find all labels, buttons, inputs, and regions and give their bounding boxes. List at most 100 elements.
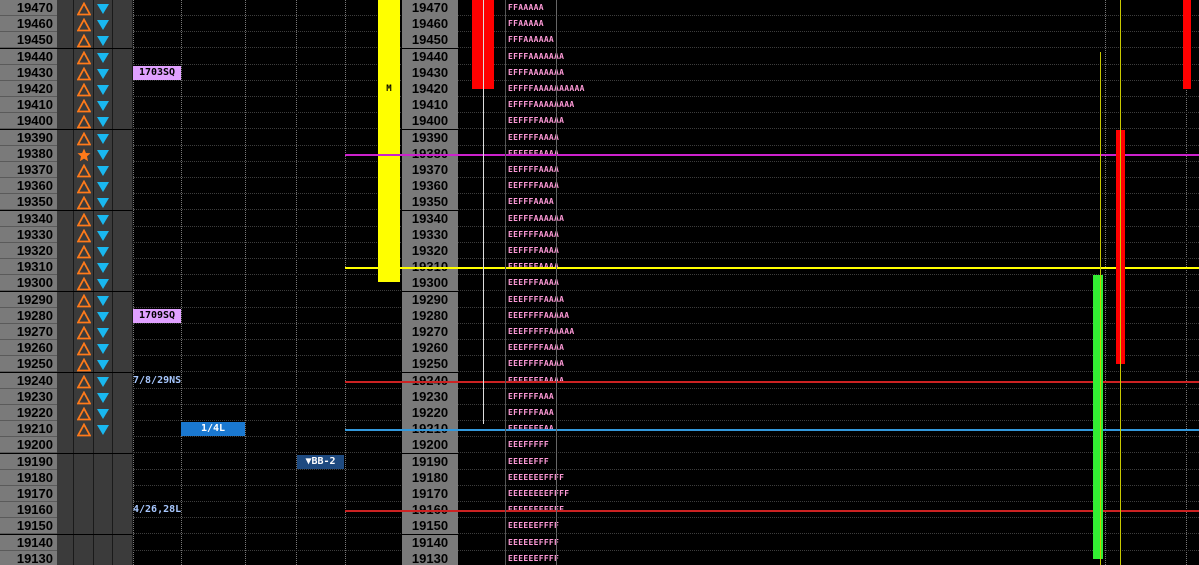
price-label-right[interactable]: 19340 bbox=[402, 210, 458, 227]
triangle-up-icon[interactable] bbox=[76, 406, 92, 421]
triangle-down-icon[interactable] bbox=[96, 17, 110, 31]
price-label[interactable]: 19440 bbox=[0, 48, 57, 65]
price-label[interactable]: 19250 bbox=[0, 356, 57, 373]
ladder-cell[interactable] bbox=[74, 469, 94, 486]
ladder-cell[interactable] bbox=[57, 226, 74, 243]
ladder-cell[interactable] bbox=[57, 32, 74, 49]
ladder-cell[interactable] bbox=[57, 340, 74, 357]
ladder-cell[interactable] bbox=[113, 372, 133, 389]
ladder-cell[interactable] bbox=[94, 518, 113, 535]
triangle-up-icon[interactable] bbox=[76, 357, 92, 372]
price-label-right[interactable]: 19280 bbox=[402, 307, 458, 324]
triangle-down-icon[interactable] bbox=[96, 276, 110, 290]
price-label[interactable]: 19170 bbox=[0, 486, 57, 502]
price-label-right[interactable]: 19320 bbox=[402, 243, 458, 259]
triangle-down-icon[interactable] bbox=[96, 260, 110, 274]
triangle-up-icon[interactable] bbox=[76, 114, 92, 129]
price-label[interactable]: 19210 bbox=[0, 421, 57, 438]
ladder-cell[interactable] bbox=[113, 178, 133, 195]
ladder-cell[interactable] bbox=[94, 486, 113, 502]
triangle-up-icon[interactable] bbox=[76, 82, 92, 97]
ladder-cell[interactable] bbox=[74, 550, 94, 565]
ladder-cell[interactable] bbox=[57, 243, 74, 259]
price-label[interactable]: 19150 bbox=[0, 518, 57, 535]
price-label-right[interactable]: 19450 bbox=[402, 32, 458, 49]
price-label[interactable]: 19420 bbox=[0, 81, 57, 97]
triangle-up-icon[interactable] bbox=[76, 212, 92, 226]
triangle-down-icon[interactable] bbox=[96, 341, 110, 355]
ladder-cell[interactable] bbox=[74, 502, 94, 519]
price-label[interactable]: 19410 bbox=[0, 97, 57, 114]
ladder-cell[interactable] bbox=[57, 550, 74, 565]
price-label[interactable]: 19300 bbox=[0, 275, 57, 292]
ladder-cell[interactable] bbox=[57, 194, 74, 211]
ladder-cell[interactable] bbox=[113, 16, 133, 33]
ladder-cell[interactable] bbox=[113, 502, 133, 519]
level-badge-1-4l[interactable]: 1/4L bbox=[181, 422, 245, 437]
ladder-cell[interactable] bbox=[57, 372, 74, 389]
ladder-cell[interactable] bbox=[57, 275, 74, 292]
price-label[interactable]: 19270 bbox=[0, 324, 57, 340]
ladder-cell[interactable] bbox=[113, 469, 133, 486]
ladder-cell[interactable] bbox=[113, 0, 133, 16]
triangle-up-icon[interactable] bbox=[76, 422, 92, 437]
price-label[interactable]: 19230 bbox=[0, 388, 57, 405]
ladder-cell[interactable] bbox=[113, 518, 133, 535]
triangle-up-icon[interactable] bbox=[76, 66, 92, 81]
ladder-cell[interactable] bbox=[57, 210, 74, 227]
ladder-cell[interactable] bbox=[113, 486, 133, 502]
ladder-cell[interactable] bbox=[57, 307, 74, 324]
price-label[interactable]: 19350 bbox=[0, 194, 57, 211]
ladder-cell[interactable] bbox=[113, 421, 133, 438]
ladder-cell[interactable] bbox=[57, 421, 74, 438]
price-label[interactable]: 19340 bbox=[0, 210, 57, 227]
triangle-down-icon[interactable] bbox=[96, 309, 110, 323]
triangle-up-icon[interactable] bbox=[76, 244, 92, 259]
ladder-cell[interactable] bbox=[94, 453, 113, 470]
triangle-up-icon[interactable] bbox=[76, 374, 92, 388]
ladder-cell[interactable] bbox=[113, 145, 133, 162]
triangle-up-icon[interactable] bbox=[76, 228, 92, 243]
price-label-right[interactable]: 19230 bbox=[402, 388, 458, 405]
ladder-cell[interactable] bbox=[74, 518, 94, 535]
price-label-right[interactable]: 19300 bbox=[402, 275, 458, 292]
triangle-up-icon[interactable] bbox=[76, 17, 92, 32]
ladder-cell[interactable] bbox=[74, 453, 94, 470]
price-label[interactable]: 19450 bbox=[0, 32, 57, 49]
ladder-cell[interactable] bbox=[113, 324, 133, 340]
triangle-up-icon[interactable] bbox=[76, 131, 92, 145]
price-label[interactable]: 19310 bbox=[0, 259, 57, 276]
price-label[interactable]: 19140 bbox=[0, 534, 57, 551]
ladder-cell[interactable] bbox=[113, 550, 133, 565]
price-label-right[interactable]: 19150 bbox=[402, 518, 458, 535]
price-label[interactable]: 19400 bbox=[0, 113, 57, 130]
triangle-down-icon[interactable] bbox=[96, 212, 110, 226]
ladder-cell[interactable] bbox=[57, 162, 74, 178]
price-label[interactable]: 19390 bbox=[0, 129, 57, 146]
price-label-right[interactable]: 19190 bbox=[402, 453, 458, 470]
ladder-cell[interactable] bbox=[74, 437, 94, 454]
ladder-cell[interactable] bbox=[113, 97, 133, 114]
triangle-down-icon[interactable] bbox=[96, 50, 110, 64]
price-label-right[interactable]: 19250 bbox=[402, 356, 458, 373]
level-badge[interactable]: 1703SQ bbox=[133, 65, 181, 80]
price-label-right[interactable]: 19410 bbox=[402, 97, 458, 114]
ladder-cell[interactable] bbox=[113, 81, 133, 97]
level-badge[interactable]: 1709SQ bbox=[133, 308, 181, 323]
triangle-up-icon[interactable] bbox=[76, 309, 92, 324]
price-label-right[interactable]: 19270 bbox=[402, 324, 458, 340]
ladder-cell[interactable] bbox=[113, 48, 133, 65]
ladder-cell[interactable] bbox=[57, 97, 74, 114]
triangle-up-icon[interactable] bbox=[76, 50, 92, 64]
triangle-down-icon[interactable] bbox=[96, 66, 110, 80]
ladder-cell[interactable] bbox=[57, 324, 74, 340]
ladder-cell[interactable] bbox=[113, 32, 133, 49]
ladder-cell[interactable] bbox=[113, 210, 133, 227]
ladder-cell[interactable] bbox=[94, 550, 113, 565]
triangle-up-icon[interactable] bbox=[76, 163, 92, 178]
triangle-down-icon[interactable] bbox=[96, 147, 110, 161]
ladder-cell[interactable] bbox=[113, 534, 133, 551]
ladder-cell[interactable] bbox=[57, 437, 74, 454]
price-label[interactable]: 19290 bbox=[0, 291, 57, 308]
price-label-right[interactable]: 19440 bbox=[402, 48, 458, 65]
